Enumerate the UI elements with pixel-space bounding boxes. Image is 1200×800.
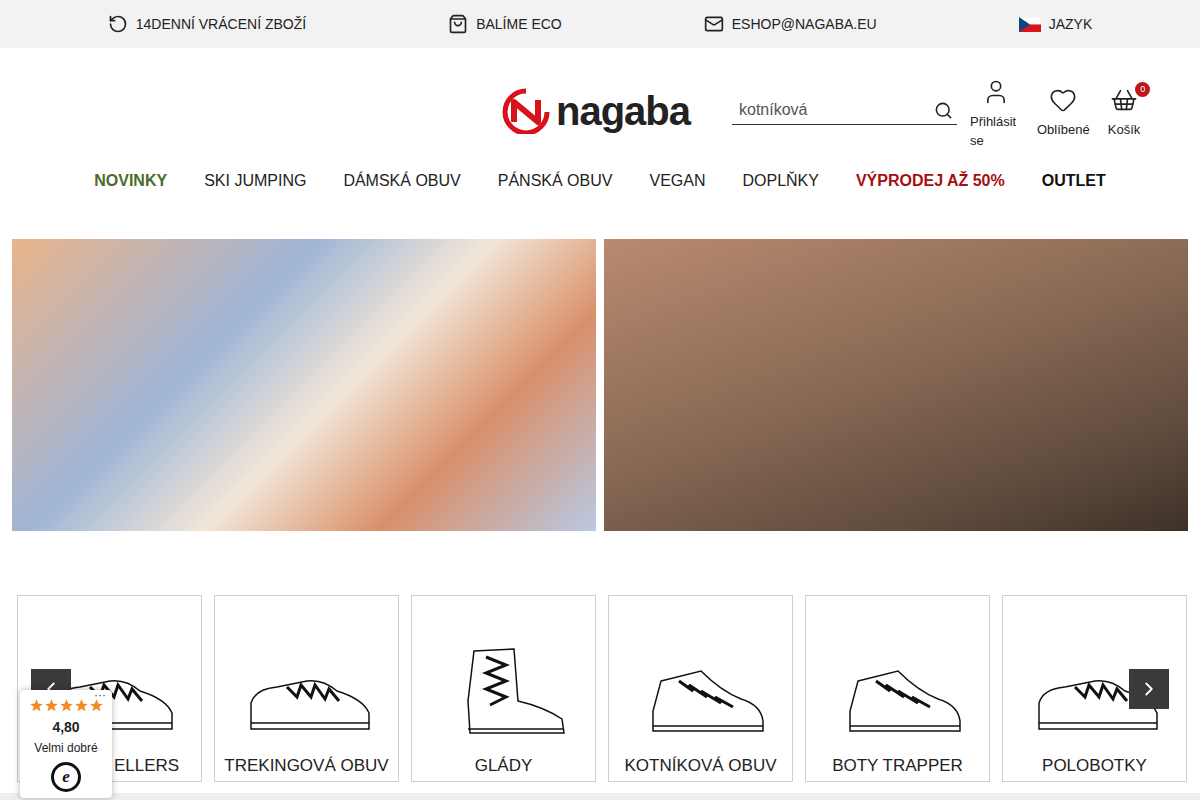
top-bar-item[interactable]: 14DENNÍ VRÁCENÍ ZBOŽÍ <box>108 14 306 35</box>
trust-badge[interactable]: ···4,80Velmi dobrée <box>20 690 112 798</box>
category-carousel: ELLERSTREKINGOVÁ OBUVGLÁDYKOTNÍKOVÁ OBUV… <box>0 595 1200 782</box>
eco-bag-icon <box>448 14 468 34</box>
category-card[interactable]: KOTNÍKOVÁ OBUV <box>608 595 793 782</box>
cart-icon <box>1110 86 1138 114</box>
star-icon <box>74 698 89 713</box>
favorites-link[interactable]: Oblíbené <box>1037 86 1090 140</box>
star-icon <box>44 698 59 713</box>
star-icon <box>59 698 74 713</box>
shoe-drawing-icon <box>631 641 771 741</box>
top-bar: 14DENNÍ VRÁCENÍ ZBOŽÍ BALÍME ECO ESHOP@NAG… <box>0 0 1200 48</box>
heart-icon <box>1049 86 1077 114</box>
shoe-drawing-icon <box>434 641 574 741</box>
star-icon <box>29 698 44 713</box>
nav-item[interactable]: VEGAN <box>649 169 705 193</box>
czech-flag-icon <box>1019 17 1041 32</box>
badge-menu[interactable]: ··· <box>94 686 106 704</box>
cart-link[interactable]: 0Košík <box>1108 86 1141 140</box>
user-icon <box>982 78 1010 106</box>
logo-mark-icon <box>500 88 552 134</box>
trust-logo: e <box>51 762 81 792</box>
main-nav: NOVINKY SKI JUMPING DÁMSKÁ OBUV PÁNSKÁ OBUV… <box>0 166 1200 196</box>
search-input[interactable] <box>732 98 934 122</box>
nav-item[interactable]: VÝPRODEJ AŽ 50% <box>856 169 1005 193</box>
logo[interactable]: nagaba <box>500 86 700 136</box>
category-card[interactable]: BOTY TRAPPER <box>805 595 990 782</box>
category-card[interactable]: GLÁDY <box>411 595 596 782</box>
carousel-next-button[interactable] <box>1129 669 1169 709</box>
nav-item[interactable]: SKI JUMPING <box>204 169 306 193</box>
account-link[interactable]: Přihlásit se <box>970 78 1022 150</box>
shoe-drawing-icon <box>237 641 377 741</box>
search-icon[interactable] <box>934 101 953 120</box>
top-bar-item[interactable]: BALÍME ECO <box>448 14 562 35</box>
nav-item[interactable]: DOPLŇKY <box>742 169 818 193</box>
star-rating <box>29 698 104 713</box>
category-card[interactable]: TREKINGOVÁ OBUV <box>214 595 399 782</box>
banner-women[interactable] <box>12 239 596 531</box>
page: 14DENNÍ VRÁCENÍ ZBOŽÍ BALÍME ECO ESHOP@NAG… <box>0 0 1200 800</box>
nav-item[interactable]: DÁMSKÁ OBUV <box>343 169 460 193</box>
banner-men[interactable] <box>604 239 1188 531</box>
search-field[interactable] <box>732 98 957 125</box>
cart-badge: 0 <box>1135 82 1150 97</box>
bottom-strip <box>0 793 1200 800</box>
shoe-drawing-icon <box>828 641 968 741</box>
nav-item[interactable]: PÁNSKÁ OBUV <box>498 169 613 193</box>
nav-item[interactable]: OUTLET <box>1042 169 1106 193</box>
top-bar-item[interactable]: JAZYK <box>1019 14 1093 35</box>
return-icon <box>108 14 128 34</box>
header: nagaba Přihlásit se Oblíbené 0Košík <box>0 48 1200 166</box>
mail-icon <box>704 14 724 34</box>
top-bar-item[interactable]: ESHOP@NAGABA.EU <box>704 14 877 35</box>
nav-item[interactable]: NOVINKY <box>94 169 167 193</box>
banners <box>0 239 1200 531</box>
chevron-right-icon <box>1138 678 1160 700</box>
